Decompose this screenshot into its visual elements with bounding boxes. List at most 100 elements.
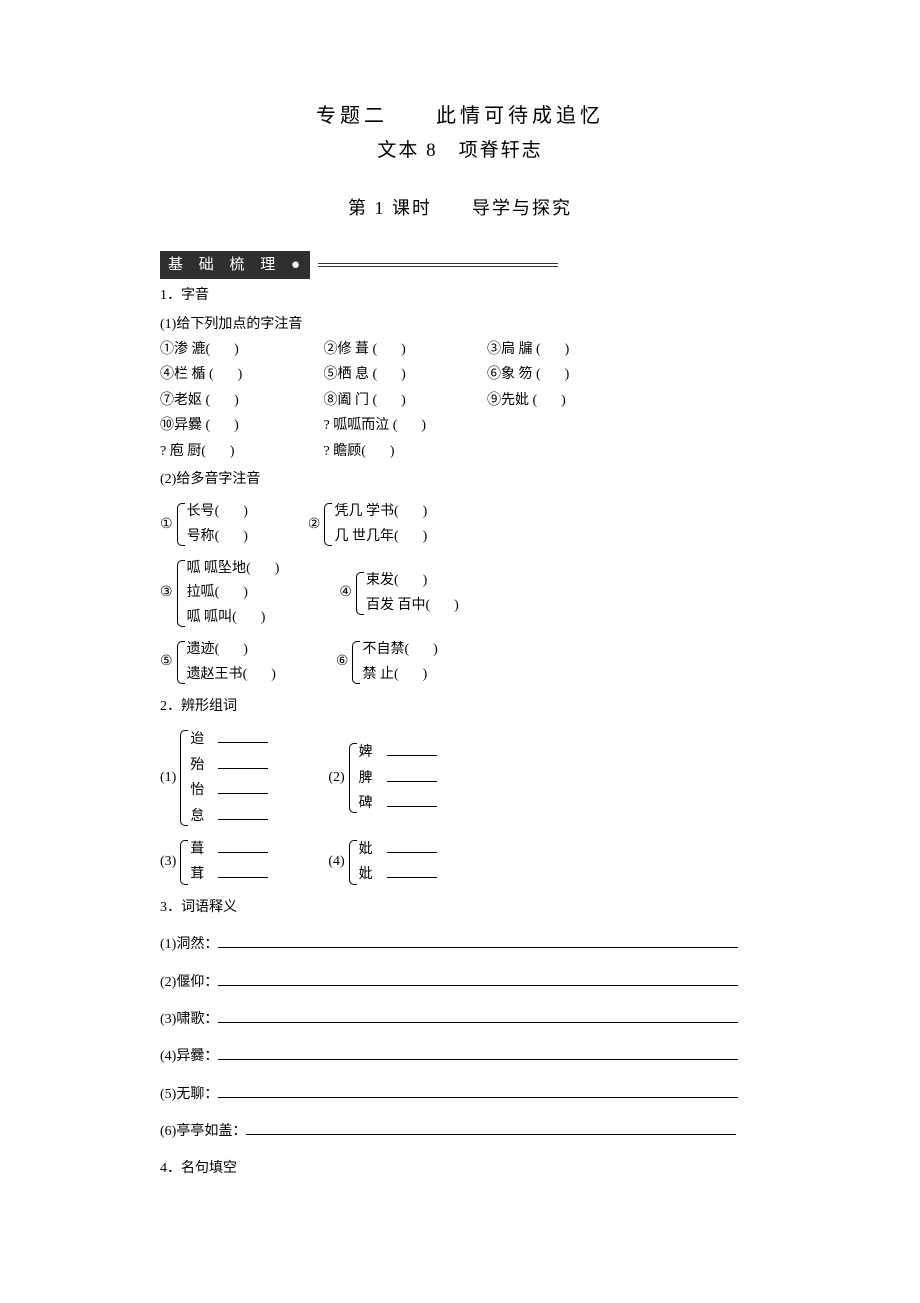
def-row: (6)亭亭如盖： (160, 1120, 760, 1143)
answer-blank[interactable] (232, 607, 265, 629)
brace-group: 遗迹 遗赵王书 (175, 639, 276, 686)
ziyin-row: ? 庖 厨 ? 瞻顾 (160, 441, 760, 463)
answer-blank[interactable] (394, 664, 427, 686)
brace-group: 迨 殆 怡 怠 (178, 728, 268, 828)
brace-group: 不自禁 禁 止 (350, 639, 437, 686)
answer-blank[interactable] (209, 364, 242, 386)
ziyin-row: ④栏 楯 ⑤栖 息 ⑥象 笏 (160, 364, 760, 386)
answer-line[interactable] (218, 1008, 738, 1023)
answer-blank[interactable] (387, 741, 437, 756)
heading-ziyin: 1．字音 (160, 285, 760, 307)
section-banner-label: 基 础 梳 理 ● (160, 251, 310, 279)
answer-blank[interactable] (393, 415, 426, 437)
heading-ciyu: 3．词语释义 (160, 897, 760, 919)
heading-ziyin-1: (1)给下列加点的字注音 (160, 314, 760, 336)
answer-blank[interactable] (373, 364, 406, 386)
answer-blank[interactable] (536, 339, 569, 361)
answer-blank[interactable] (218, 754, 268, 769)
banner-rules (318, 261, 558, 269)
answer-blank[interactable] (218, 728, 268, 743)
answer-line[interactable] (246, 1120, 736, 1135)
ziyin-item: ①渗 漉 (160, 342, 206, 357)
poly-num: ⑥ (336, 651, 349, 673)
ziyin-item: ⑤栖 息 (324, 367, 370, 382)
bianxing-item: 殆 (190, 758, 204, 773)
bianxing-num: (3) (160, 851, 176, 873)
answer-blank[interactable] (361, 441, 394, 463)
bianxing-item: 葺 (190, 842, 204, 857)
answer-line[interactable] (218, 1083, 738, 1098)
bianxing-row: (3) 葺 茸 (4) 妣 妣 (160, 838, 760, 887)
def-label: (6)亭亭如盖： (160, 1124, 246, 1139)
answer-blank[interactable] (218, 779, 268, 794)
bianxing-item: 妣 (359, 867, 373, 882)
ziyin-row: ⑩异爨 ? 呱呱而泣 (160, 415, 760, 437)
answer-blank[interactable] (533, 390, 566, 412)
bianxing-item: 怡 (190, 783, 204, 798)
poly-item: 呱 呱叫 (187, 610, 233, 625)
poly-item: 呱 呱坠地 (187, 561, 247, 576)
answer-blank[interactable] (206, 415, 239, 437)
poly-item: 不自禁 (362, 642, 404, 657)
brace-group: 妣 妣 (347, 838, 437, 887)
poly-item: 拉呱 (187, 585, 215, 600)
heading-ziyin-2: (2)给多音字注音 (160, 469, 760, 491)
answer-blank[interactable] (215, 526, 248, 548)
answer-blank[interactable] (218, 838, 268, 853)
def-row: (1)洞然： (160, 933, 760, 956)
answer-line[interactable] (218, 971, 738, 986)
ziyin-item: ⑨先妣 (487, 393, 529, 408)
answer-blank[interactable] (394, 570, 427, 592)
ziyin-item: ③扃 牖 (487, 342, 533, 357)
brace-group: 凭几 学书 几 世几年 (322, 501, 427, 548)
answer-blank[interactable] (394, 526, 427, 548)
answer-blank[interactable] (215, 501, 248, 523)
poly-row: ① 长号 号称 ② 凭几 学书 几 世几年 (160, 501, 760, 548)
ziyin-item: ⑧阖 门 (324, 393, 370, 408)
answer-blank[interactable] (373, 390, 406, 412)
topic-title: 专题二 此情可待成追忆 (160, 100, 760, 132)
def-row: (4)异爨： (160, 1045, 760, 1068)
poly-num: ③ (160, 582, 173, 604)
def-label: (3)啸歌： (160, 1012, 218, 1027)
answer-blank[interactable] (218, 863, 268, 878)
text-title: 文本 8 项脊轩志 (160, 136, 760, 166)
answer-blank[interactable] (387, 767, 437, 782)
heading-mingju: 4．名句填空 (160, 1158, 760, 1180)
answer-blank[interactable] (246, 558, 279, 580)
def-row: (5)无聊： (160, 1083, 760, 1106)
answer-blank[interactable] (373, 339, 406, 361)
brace-group: 呱 呱坠地 拉呱 呱 呱叫 (175, 558, 280, 629)
poly-num: ⑤ (160, 651, 173, 673)
answer-blank[interactable] (206, 390, 239, 412)
brace-group: 婢 脾 碑 (347, 741, 437, 815)
poly-item: 束发 (366, 573, 394, 588)
answer-blank[interactable] (387, 863, 437, 878)
answer-line[interactable] (218, 1045, 738, 1060)
bianxing-item: 脾 (359, 771, 373, 786)
bianxing-item: 迨 (190, 732, 204, 747)
answer-blank[interactable] (425, 595, 458, 617)
ziyin-item: ⑦老妪 (160, 393, 202, 408)
bianxing-num: (4) (328, 851, 344, 873)
ziyin-item: ? 庖 厨 (160, 444, 201, 459)
answer-blank[interactable] (201, 441, 234, 463)
answer-blank[interactable] (387, 792, 437, 807)
def-label: (1)洞然： (160, 937, 218, 952)
bianxing-item: 怠 (190, 809, 204, 824)
answer-blank[interactable] (404, 639, 437, 661)
answer-blank[interactable] (394, 501, 427, 523)
answer-blank[interactable] (243, 664, 276, 686)
answer-blank[interactable] (215, 582, 248, 604)
ziyin-item: ? 瞻顾 (324, 444, 362, 459)
answer-blank[interactable] (206, 339, 239, 361)
heading-bianxing: 2．辨形组词 (160, 696, 760, 718)
answer-line[interactable] (218, 933, 738, 948)
bianxing-row: (1) 迨 殆 怡 怠 (2) 婢 脾 碑 (160, 728, 760, 828)
answer-blank[interactable] (387, 838, 437, 853)
answer-blank[interactable] (536, 364, 569, 386)
def-label: (5)无聊： (160, 1087, 218, 1102)
answer-blank[interactable] (215, 639, 248, 661)
answer-blank[interactable] (218, 805, 268, 820)
ziyin-row: ①渗 漉 ②修 葺 ③扃 牖 (160, 339, 760, 361)
